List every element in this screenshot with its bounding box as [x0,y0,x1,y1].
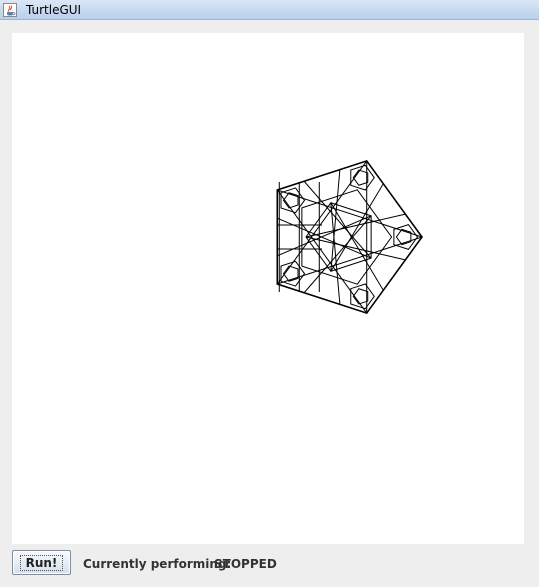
java-cup-icon [3,2,17,17]
window-title: TurtleGUI [26,3,82,17]
connector-line [277,217,372,259]
corner-pentagon [352,169,369,186]
turtle-gui-window: TurtleGUI Run! Currently performing: STO… [0,0,539,587]
corner-pentagon [395,228,412,246]
corner-pentagon-outer [393,224,419,250]
star-line [276,189,368,314]
corner-pentagon [282,265,299,282]
turtle-drawing [276,159,423,315]
middle-pentagon [301,189,393,285]
run-button[interactable]: Run! [12,550,71,575]
star-line [276,160,368,285]
status-label: Currently performing: [83,557,232,571]
title-bar[interactable]: TurtleGUI [0,0,539,20]
corner-pentagon [352,288,369,305]
status-value: STOPPED [214,557,277,571]
run-button-label: Run! [19,554,64,571]
inner-pentagon [305,202,372,272]
connector-line [277,215,372,257]
turtle-canvas[interactable] [12,33,524,544]
corner-pentagon [282,192,299,209]
